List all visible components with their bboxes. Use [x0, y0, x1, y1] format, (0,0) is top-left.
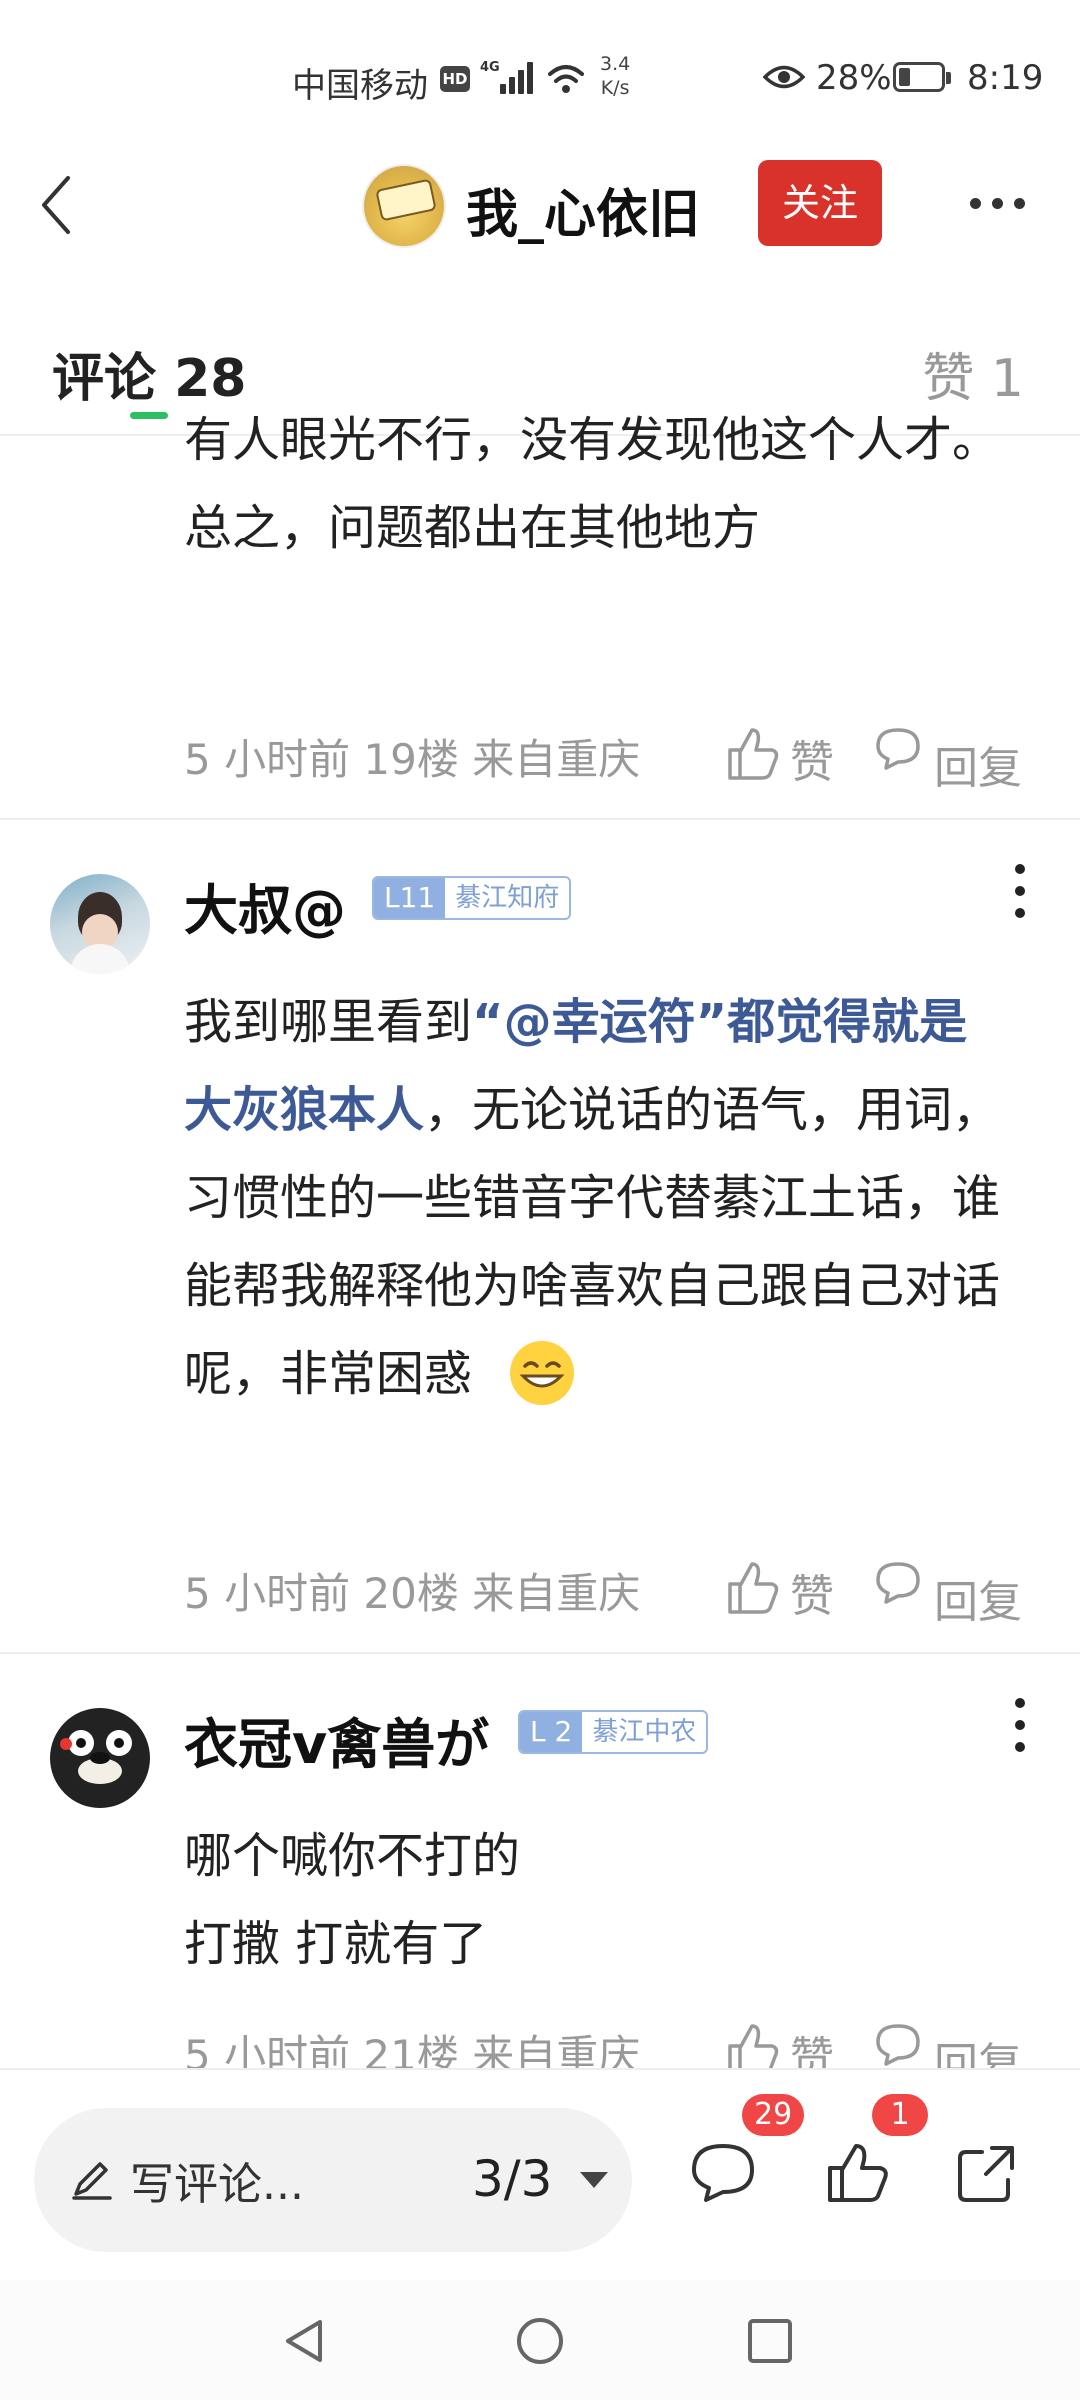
nav-recents-icon[interactable]	[745, 2316, 795, 2366]
back-button[interactable]	[32, 170, 82, 240]
chevron-down-icon[interactable]	[580, 2172, 608, 2188]
comment-item: 衣冠v禽兽が L 2 綦江中农 哪个喊你不打的 打撒 打就有了 5 小时前 21…	[0, 1654, 1080, 2068]
comment-text: 我到哪里看到“@幸运符”都觉得就是大灰狼本人，无论说话的语气，用词，习惯性的一些…	[184, 978, 1004, 1418]
reply-button[interactable]: 回复	[934, 1566, 1022, 1630]
reply-icon[interactable]	[872, 724, 924, 772]
level-badge: L 2 綦江中农	[518, 1710, 709, 1754]
battery-percent: 28%	[816, 58, 892, 98]
reply-button[interactable]: 回复	[934, 2028, 1022, 2068]
comment-text: 有人眼光不行，没有发现他这个人才。总之，问题都出在其他地方	[184, 412, 1001, 556]
eye-comfort-icon	[763, 65, 805, 89]
pencil-icon	[72, 2162, 112, 2200]
nav-home-icon[interactable]	[515, 2316, 565, 2366]
commenter-name[interactable]: 大叔@	[184, 866, 346, 945]
comment-meta: 5 小时前 19楼 来自重庆	[184, 735, 641, 784]
comment-options-icon[interactable]	[1010, 1696, 1030, 1756]
share-icon[interactable]	[952, 2138, 1022, 2208]
reply-button[interactable]: 回复	[934, 732, 1022, 796]
reply-icon[interactable]	[872, 1558, 924, 1606]
hd-icon: HD	[440, 66, 470, 92]
thumbs-up-icon[interactable]	[822, 2138, 892, 2208]
like-button[interactable]: 赞	[790, 1560, 834, 1624]
comment-meta: 5 小时前 21楼 来自重庆	[184, 2031, 641, 2068]
wifi-icon	[548, 65, 584, 93]
like-icon[interactable]	[722, 724, 782, 784]
page-indicator[interactable]: 3/3	[472, 2150, 552, 2208]
reply-icon[interactable]	[872, 2020, 924, 2068]
author-avatar[interactable]	[362, 164, 446, 248]
write-comment-input[interactable]: 写评论... 3/3	[34, 2108, 632, 2252]
post-header: 我_心依旧 关注	[0, 150, 1080, 260]
comment-item: 有人眼光不行，没有发现他这个人才。总之，问题都出在其他地方 5 小时前 19楼 …	[0, 412, 1080, 820]
like-count-badge: 1	[872, 2094, 928, 2136]
battery-icon	[893, 62, 951, 92]
commenter-avatar[interactable]	[50, 1708, 150, 1808]
comment-item: 大叔@ L11 綦江知府 我到哪里看到“@幸运符”都觉得就是大灰狼本人，无论说话…	[0, 820, 1080, 1654]
write-comment-placeholder: 写评论...	[130, 2159, 304, 2210]
more-options-icon[interactable]	[968, 188, 1028, 218]
active-tab-indicator	[130, 412, 168, 419]
status-bar: 中国移动 HD 4G 3.4 K/s 28% 8:19	[0, 0, 1080, 150]
author-name[interactable]: 我_心依旧	[466, 172, 700, 247]
follow-button[interactable]: 关注	[758, 160, 882, 246]
network-speed: 3.4 K/s	[600, 53, 631, 99]
clock: 8:19	[967, 58, 1044, 98]
grin-emoji-icon	[510, 1341, 575, 1405]
nav-back-icon[interactable]	[280, 2316, 330, 2366]
level-badge: L11 綦江知府	[372, 876, 572, 920]
comment-text: 哪个喊你不打的 打撒 打就有了	[184, 1828, 521, 1972]
comment-meta: 5 小时前 20楼 来自重庆	[184, 1569, 641, 1618]
like-button[interactable]: 赞	[790, 2022, 834, 2068]
like-icon[interactable]	[722, 1558, 782, 1618]
like-icon[interactable]	[722, 2020, 782, 2068]
commenter-avatar[interactable]	[50, 874, 150, 974]
comment-options-icon[interactable]	[1010, 862, 1030, 922]
signal-icon	[500, 60, 540, 94]
system-nav-bar	[0, 2280, 1080, 2400]
comment-bubble-icon[interactable]	[688, 2138, 758, 2208]
commenter-name[interactable]: 衣冠v禽兽が	[184, 1700, 489, 1779]
network-type-label: 4G	[480, 60, 500, 75]
like-button[interactable]: 赞	[790, 726, 834, 790]
comment-count-badge: 29	[742, 2094, 805, 2136]
bottom-action-bar: 写评论... 3/3 29 1	[0, 2068, 1080, 2280]
carrier-label: 中国移动	[292, 66, 428, 106]
